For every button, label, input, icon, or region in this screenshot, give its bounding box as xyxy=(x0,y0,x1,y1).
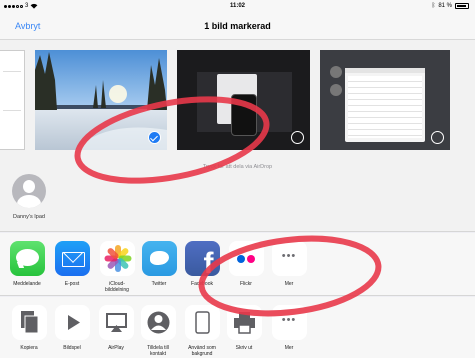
unselected-check-icon xyxy=(431,131,444,144)
battery-indicator: ᛒ 81 % xyxy=(432,3,469,9)
share-icloud-photo-button[interactable]: iCloud- bilddelning xyxy=(95,241,139,293)
photos-icon xyxy=(99,241,135,276)
print-icon xyxy=(226,305,262,340)
airdrop-section: Tryck för att dela via AirDrop Danny's I… xyxy=(0,160,475,232)
action-label: Tilldela till kontakt xyxy=(147,345,169,357)
share-actions-row: Kopiera Bildspel AirPlay Tilldela till k… xyxy=(0,297,475,358)
share-apps-row: Meddelande E-post iCloud- bilddelning Tw… xyxy=(0,233,475,296)
share-mail-button[interactable]: E-post xyxy=(50,241,94,287)
action-label: Bildspel xyxy=(63,345,81,351)
wallpaper-icon xyxy=(184,305,220,340)
photo-thumbnail-selected[interactable] xyxy=(35,50,167,150)
airdrop-device[interactable]: Danny's Ipad xyxy=(10,174,48,220)
assign-contact-icon xyxy=(140,305,176,340)
action-print-button[interactable]: Skriv ut xyxy=(222,305,266,351)
share-more-button[interactable]: Mer xyxy=(267,241,311,287)
airplay-icon xyxy=(98,305,134,340)
action-label: Mer xyxy=(284,345,294,351)
avatar-icon xyxy=(12,174,46,208)
photo-thumbnail[interactable] xyxy=(320,50,450,150)
airdrop-hint: Tryck för att dela via AirDrop xyxy=(202,164,273,170)
mail-icon xyxy=(54,241,90,276)
share-facebook-button[interactable]: Facebook xyxy=(180,241,224,287)
battery-icon xyxy=(455,3,469,9)
action-label: Använd som bakgrund xyxy=(188,345,216,357)
battery-percent: 81 % xyxy=(438,3,452,9)
action-label: Kopiera xyxy=(20,345,38,351)
photo-thumbnail[interactable] xyxy=(177,50,310,150)
page-title: 1 bild markerad xyxy=(204,21,271,31)
status-bar: 3 11:02 ᛒ 81 % xyxy=(0,0,475,13)
airdrop-device-label: Danny's Ipad xyxy=(13,214,45,220)
flickr-icon xyxy=(228,241,264,276)
share-messages-button[interactable]: Meddelande xyxy=(5,241,49,287)
share-twitter-button[interactable]: Twitter xyxy=(137,241,181,287)
photo-thumbnail[interactable] xyxy=(0,50,25,150)
copy-icon xyxy=(11,305,47,340)
twitter-icon xyxy=(141,241,177,276)
share-label: Meddelande xyxy=(13,281,41,287)
photo-strip[interactable] xyxy=(0,40,475,160)
share-label: iCloud- bilddelning xyxy=(105,281,129,293)
more-icon xyxy=(271,305,307,340)
share-label: Flickr xyxy=(240,281,252,287)
clock: 11:02 xyxy=(229,3,245,9)
action-more-button[interactable]: Mer xyxy=(267,305,311,351)
share-label: Twitter xyxy=(151,281,167,287)
action-label: AirPlay xyxy=(108,345,124,351)
more-icon xyxy=(271,241,307,276)
action-label: Skriv ut xyxy=(235,345,253,351)
slideshow-icon xyxy=(54,305,90,340)
share-flickr-button[interactable]: Flickr xyxy=(224,241,268,287)
unselected-check-icon xyxy=(291,131,304,144)
selected-check-icon xyxy=(148,131,161,144)
action-assign-contact-button[interactable]: Tilldela till kontakt xyxy=(136,305,180,357)
messages-icon xyxy=(9,241,45,276)
nav-bar: Avbryt 1 bild markerad xyxy=(0,13,475,40)
bluetooth-icon: ᛒ xyxy=(431,3,436,9)
action-copy-button[interactable]: Kopiera xyxy=(7,305,51,351)
share-label: E-post xyxy=(64,281,80,287)
action-use-as-wallpaper-button[interactable]: Använd som bakgrund xyxy=(180,305,224,357)
share-label: Facebook xyxy=(191,281,213,287)
facebook-icon xyxy=(184,241,220,276)
action-slideshow-button[interactable]: Bildspel xyxy=(50,305,94,351)
action-airplay-button[interactable]: AirPlay xyxy=(94,305,138,351)
share-label: Mer xyxy=(284,281,294,287)
